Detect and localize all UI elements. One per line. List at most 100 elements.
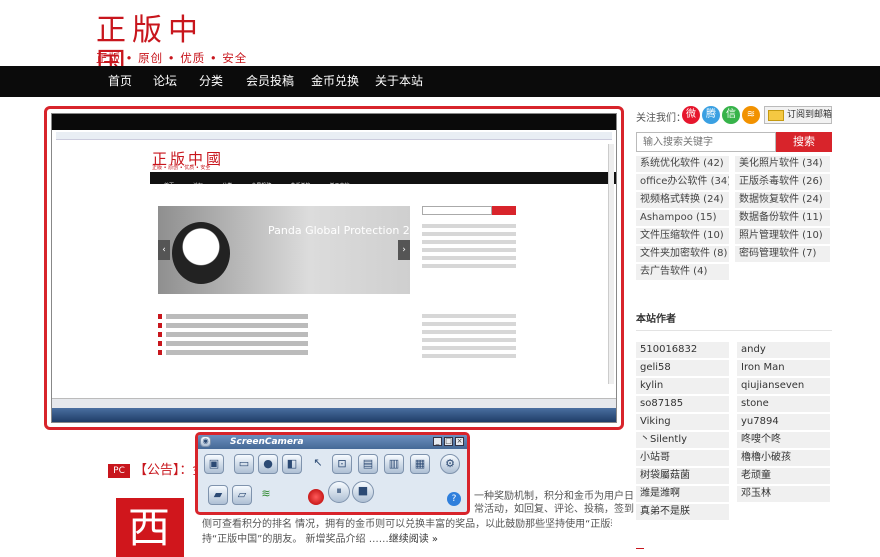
category-link[interactable]: 美化照片软件 (34) (735, 156, 830, 172)
window-capture-icon[interactable]: ▤ (358, 454, 378, 474)
minimize-button[interactable]: _ (433, 437, 442, 446)
logo-glyph: 西 (128, 503, 171, 552)
category-link[interactable]: 密码管理软件 (7) (735, 246, 830, 262)
author-link[interactable]: 丶Silently (636, 432, 729, 448)
region-capture-icon[interactable]: ⊡ (332, 454, 352, 474)
category-link[interactable]: Ashampoo (15) (636, 210, 729, 226)
author-link[interactable]: andy (737, 342, 830, 358)
post-thumbnail[interactable]: 西 (116, 498, 184, 557)
webcam-icon[interactable]: ▣ (204, 454, 224, 474)
author-link[interactable]: 老顽童 (737, 468, 830, 484)
maximize-button[interactable]: □ (444, 437, 453, 446)
screenshot-author-lines (422, 314, 516, 362)
help-icon[interactable]: ? (447, 492, 461, 506)
screencamera-toolbar[interactable]: ◉ ScreenCamera _ □ × ▣ ▭ ● ◧ ↖ ⊡ ▤ ▥ ▦ ⚙… (195, 432, 470, 515)
category-link[interactable]: 正版杀毒软件 (26) (735, 174, 830, 190)
recording-row: ▰ ▱ ≋ ⏸ ■ (204, 481, 454, 509)
author-link[interactable]: 510016832 (636, 342, 729, 358)
category-link[interactable]: office办公软件 (34) (636, 174, 729, 190)
cursor-icon[interactable]: ↖ (308, 454, 328, 474)
post-excerpt-line: 一种奖励机制，积分和金币为用户日 (474, 491, 634, 502)
category-link[interactable]: 文件夹加密软件 (8) (636, 246, 729, 262)
mail-icon (768, 110, 784, 121)
page: 正版中国 正版 • 原创 • 优质 • 安全 首页 论坛 分类 会员投稿 金币兑… (0, 0, 880, 557)
capture-mode-row: ▣ ▭ ● ◧ ↖ ⊡ ▤ ▥ ▦ ⚙ (204, 454, 464, 478)
nav-item-coin-exchange[interactable]: 金币兑换 (311, 66, 359, 97)
category-link[interactable]: 照片管理软件 (10) (735, 228, 830, 244)
camera-lens-icon[interactable]: ● (258, 454, 278, 474)
post-excerpt-line: 侧可查看积分的排名 情况，拥有的金币则可以兑换丰富的奖品，以此鼓励那些坚持使用“… (202, 519, 612, 530)
author-link[interactable]: 潍是潍啊 (636, 486, 729, 502)
author-link[interactable]: stone (737, 396, 830, 412)
output-folder-icon[interactable]: ▰ (208, 485, 228, 505)
author-link[interactable]: yu7894 (737, 414, 830, 430)
nav-item-home[interactable]: 首页 (108, 66, 132, 97)
divider (636, 330, 832, 331)
search-input[interactable] (636, 132, 776, 152)
screenshot-search-button (492, 206, 516, 215)
category-link[interactable]: 数据备份软件 (11) (735, 210, 830, 226)
record-icon[interactable] (308, 489, 324, 505)
authors-heading: 本站作者 (636, 314, 676, 325)
nav-item-about[interactable]: 关于本站 (375, 66, 423, 97)
screenshot-nav-item: 金币兑换 (290, 183, 311, 189)
nav-item-submit[interactable]: 会员投稿 (246, 66, 294, 97)
screenshot-post-list (158, 314, 408, 359)
nav-item-forum[interactable]: 论坛 (153, 66, 177, 97)
post-excerpt-line: 常活动，如回复、评论、投稿，签到等，获得积分和金币，用户在主页的右 (474, 504, 634, 515)
screenshot-logo-sub: 正版 • 原创 • 优质 • 安全 (152, 165, 211, 171)
follow-bar: 关注我们： 微 腾 信 ≋ 订阅到邮箱 (636, 106, 832, 124)
category-link[interactable]: 去广告软件 (4) (636, 264, 729, 280)
screenshot-banner-title: Panda Global Protection 2016 (268, 224, 431, 237)
stop-icon[interactable]: ■ (352, 481, 374, 503)
weibo-icon[interactable]: 微 (682, 106, 700, 124)
category-link[interactable]: 文件压缩软件 (10) (636, 228, 729, 244)
author-link[interactable]: 櫓櫓小破孩 (737, 450, 830, 466)
settings-gear-icon[interactable]: ⚙ (440, 454, 460, 474)
post-excerpt-line: 持“正版中国”的朋友。 新增奖品介绍 ……继续阅读 » (202, 533, 612, 547)
panda-image (172, 222, 230, 284)
category-link[interactable]: 视频格式转换 (24) (636, 192, 729, 208)
follow-label: 关注我们： (636, 113, 686, 124)
divider (636, 548, 644, 549)
scroll-capture-icon[interactable]: ▥ (384, 454, 404, 474)
screenshot-sidebar (422, 194, 522, 374)
author-link[interactable]: geli58 (636, 360, 729, 376)
pause-icon[interactable]: ⏸ (328, 481, 350, 503)
screenshot-browser-tabs (56, 132, 612, 140)
nav-item-categories[interactable]: 分类 (199, 66, 223, 97)
author-link[interactable]: 邓玉林 (737, 486, 830, 502)
screenshot-banner: Panda Global Protection 2016 ‹ › (158, 206, 431, 294)
screencamera-titlebar[interactable]: ◉ ScreenCamera _ □ × (198, 435, 467, 449)
author-link[interactable]: Iron Man (737, 360, 830, 376)
close-button[interactable]: × (455, 437, 464, 446)
category-link[interactable]: 数据恢复软件 (24) (735, 192, 830, 208)
chevron-right-icon: › (398, 240, 410, 260)
fullscreen-capture-icon[interactable]: ▭ (234, 454, 254, 474)
camera-overlay-icon[interactable]: ◧ (282, 454, 302, 474)
tencent-weibo-icon[interactable]: 腾 (702, 106, 720, 124)
author-link[interactable]: 树袋屬菇菌 (636, 468, 729, 484)
search-button[interactable]: 搜索 (776, 132, 832, 152)
search-box: 搜索 (636, 132, 832, 152)
screenshot-category-lines (422, 224, 516, 272)
effects-icon[interactable]: ≋ (256, 485, 276, 505)
author-link[interactable]: 小站哥 (636, 450, 729, 466)
subscribe-email-button[interactable]: 订阅到邮箱 (764, 106, 832, 124)
read-more-link[interactable]: 继续阅读 » (389, 534, 438, 545)
author-link[interactable]: kylin (636, 378, 729, 394)
site-logo[interactable]: 正版中国 正版 • 原创 • 优质 • 安全 (96, 14, 246, 82)
screenshot-top-bar (52, 114, 616, 130)
object-capture-icon[interactable]: ▦ (410, 454, 430, 474)
category-link[interactable]: 系统优化软件 (42) (636, 156, 729, 172)
screencamera-title: ScreenCamera (230, 437, 304, 447)
edit-icon[interactable]: ▱ (232, 485, 252, 505)
author-link[interactable]: so87185 (636, 396, 729, 412)
rss-icon[interactable]: ≋ (742, 106, 760, 124)
author-link[interactable]: 咚嗖个咚 (737, 432, 830, 448)
author-link[interactable]: Viking (636, 414, 729, 430)
author-link[interactable]: qiujianseven (737, 378, 830, 394)
screenshot-nav-item: 首页 (164, 183, 175, 189)
wechat-icon[interactable]: 信 (722, 106, 740, 124)
author-link[interactable]: 真弟不是朕 (636, 504, 729, 520)
